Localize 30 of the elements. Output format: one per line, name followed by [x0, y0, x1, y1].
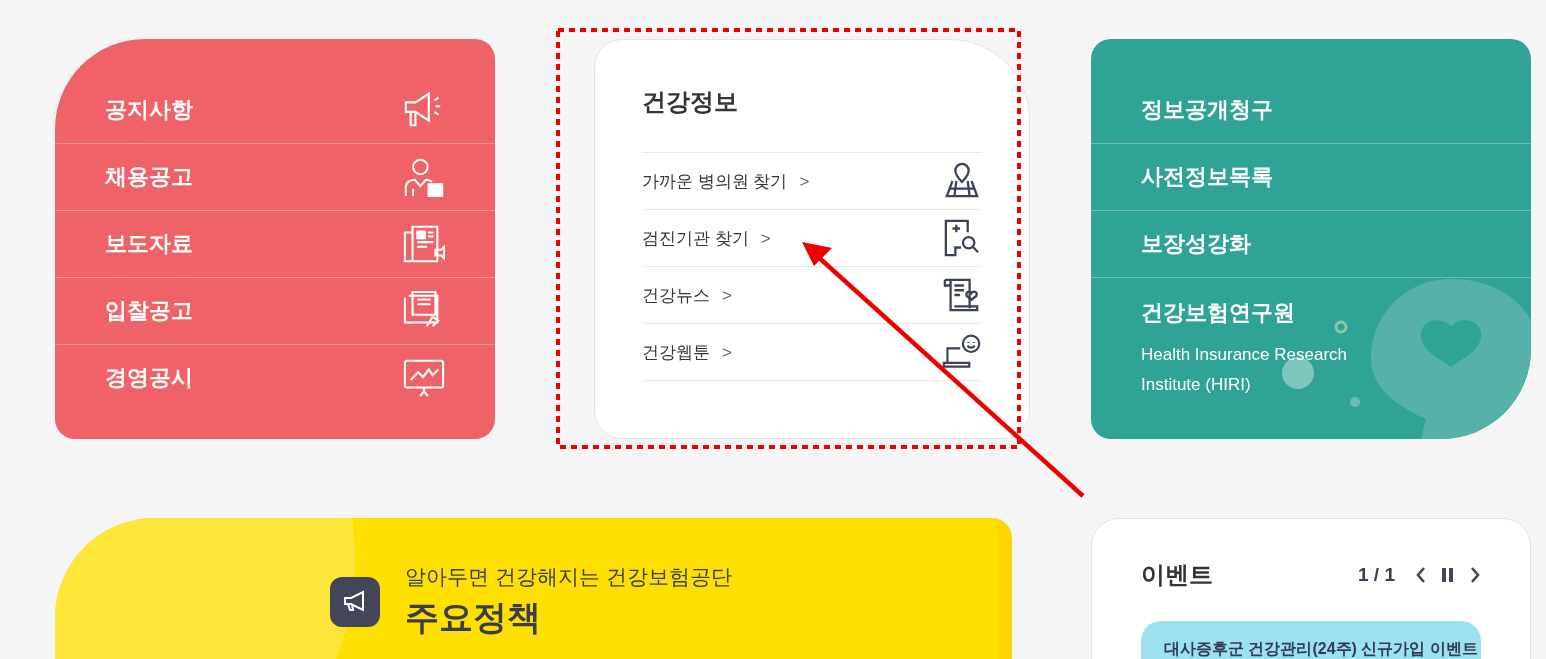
chart-board-icon: [403, 358, 445, 398]
disclosure-menu-item[interactable]: 보장성강화: [1091, 211, 1531, 278]
bubble-decoration: [1349, 396, 1361, 408]
disclosure-menu-item[interactable]: 사전정보목록: [1091, 144, 1531, 211]
page-counter: 1 / 1: [1358, 564, 1395, 586]
notice-menu-item[interactable]: 공지사항: [55, 77, 495, 144]
card-title: 건강정보: [642, 87, 739, 117]
newspaper-icon: [403, 224, 445, 264]
health-info-link[interactable]: 건강뉴스 >: [642, 267, 982, 324]
person-icon: [403, 157, 445, 197]
disclosure-menu-item[interactable]: 정보공개청구: [1091, 77, 1531, 144]
notice-menu-item[interactable]: 채용공고: [55, 144, 495, 211]
previous-button[interactable]: [1415, 566, 1427, 584]
map-pin-icon: [942, 162, 982, 200]
notice-menu-item[interactable]: 경영공시: [55, 345, 495, 411]
card-title: 이벤트: [1141, 560, 1214, 590]
chat-laptop-icon: [942, 333, 982, 371]
pause-button[interactable]: [1441, 567, 1455, 583]
health-info-link[interactable]: 가까운 병의원 찾기 >: [642, 153, 982, 210]
next-button[interactable]: [1469, 566, 1481, 584]
building-search-icon: [942, 219, 982, 257]
event-item[interactable]: 대사증후군 건강관리(24주) 신규가입 이벤트: [1141, 621, 1481, 659]
banner-subtitle: 알아두면 건강해지는 건강보험공단: [405, 564, 732, 590]
notice-menu-item[interactable]: 보도자료: [55, 211, 495, 278]
banner-title: 주요정책: [405, 597, 542, 638]
institute-link[interactable]: 건강보험연구원 Health Insurance Research Institute (HIRI): [1091, 278, 1531, 400]
health-info-link[interactable]: 건강웹툰 >: [642, 324, 982, 381]
megaphone-icon: [330, 577, 380, 627]
notice-menu-item[interactable]: 입찰공고: [55, 278, 495, 345]
ring-decoration: [1334, 320, 1348, 334]
